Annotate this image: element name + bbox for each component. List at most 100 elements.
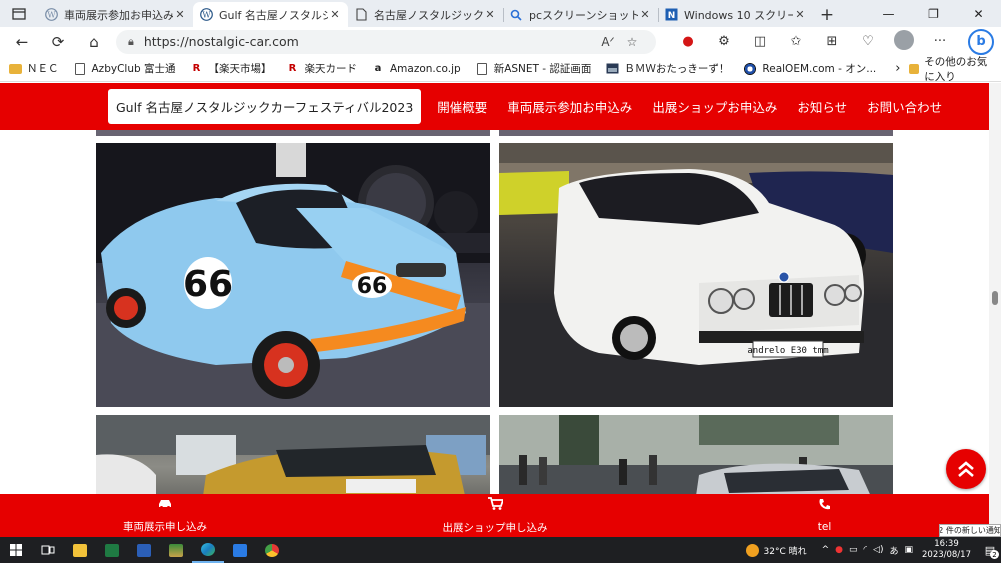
favorites-icon[interactable]: ✩ xyxy=(778,34,814,49)
tab-close-icon[interactable]: ✕ xyxy=(638,8,652,21)
chevron-right-icon[interactable]: › xyxy=(890,61,905,76)
bmw-icon xyxy=(743,62,757,76)
page-scrollbar[interactable] xyxy=(989,83,1001,537)
volume-icon[interactable]: ◁) xyxy=(873,545,883,555)
task-view-icon[interactable] xyxy=(32,537,64,563)
read-aloud-icon[interactable]: Aᐟ xyxy=(596,35,620,49)
app-folder-icon[interactable] xyxy=(160,537,192,563)
weather-text: 32°C 晴れ xyxy=(763,546,807,557)
tab-close-icon[interactable]: ✕ xyxy=(793,8,807,21)
favorites-bar: ＮＥＣ AzbyClub 富士通 R 【楽天市場】 R 楽天カード a Amazon.… xyxy=(0,54,1001,84)
favorite-star-icon[interactable]: ☆ xyxy=(620,35,644,49)
ime-indicator[interactable]: あ xyxy=(889,544,898,557)
clock-date: 2023/08/17 xyxy=(922,550,971,560)
minimize-icon[interactable]: — xyxy=(866,0,911,27)
document-icon xyxy=(475,62,489,76)
favorite-item[interactable]: AzbyClub 富士通 xyxy=(73,61,176,76)
browser-tab[interactable]: N Windows 10 スクリーンシ ✕ xyxy=(658,2,813,27)
nav-link-contact[interactable]: お問い合わせ xyxy=(867,97,942,116)
battery-icon[interactable]: ▭ xyxy=(849,545,858,555)
chrome-icon[interactable] xyxy=(256,537,288,563)
other-favorites[interactable]: その他のお気に入り xyxy=(909,54,995,84)
ime-mode-icon[interactable]: ▣ xyxy=(904,545,913,555)
nav-link-overview[interactable]: 開催概要 xyxy=(437,97,487,116)
new-tab-button[interactable]: + xyxy=(813,2,841,27)
close-window-icon[interactable]: ✕ xyxy=(956,0,1001,27)
profile-avatar-icon[interactable] xyxy=(886,29,922,54)
action-center-icon[interactable]: ▤ 2 xyxy=(979,539,1001,561)
gt40-illustration: 66 66 xyxy=(96,143,490,407)
network-icon[interactable]: ◜ xyxy=(864,545,868,555)
notification-toast[interactable]: 2 件の新しい通知 xyxy=(939,524,1001,537)
clock[interactable]: 16:39 2023/08/17 xyxy=(922,539,971,561)
tab-close-icon[interactable]: ✕ xyxy=(483,8,497,21)
footer-label: tel xyxy=(817,521,832,533)
split-screen-icon[interactable]: ◫ xyxy=(742,34,778,49)
tab-label: Gulf 名古屋ノスタルジックカ xyxy=(219,8,328,22)
notification-count: 2 xyxy=(990,550,999,559)
tab-strip: W 車両展示参加お申込み – ✕ W Gulf 名古屋ノスタルジックカ ✕ 名古… xyxy=(0,0,1001,27)
tab-actions-button[interactable] xyxy=(0,0,38,27)
n-logo-icon: N xyxy=(664,8,678,22)
collections-icon[interactable]: ⊞ xyxy=(814,34,850,49)
wordpress-icon: W xyxy=(44,8,58,22)
start-windows-icon[interactable] xyxy=(0,537,32,563)
favorite-label: AzbyClub 富士通 xyxy=(91,63,176,75)
tab-label: Windows 10 スクリーンシ xyxy=(684,8,793,22)
browser-tab[interactable]: W 車両展示参加お申込み – ✕ xyxy=(38,2,193,27)
nav-link-shop-entry[interactable]: 出展ショップお申込み xyxy=(652,97,777,116)
word-icon[interactable] xyxy=(128,537,160,563)
excel-icon[interactable] xyxy=(96,537,128,563)
lock-icon[interactable]: 🔒︎ xyxy=(128,35,134,49)
svg-text:N: N xyxy=(667,11,675,21)
nav-link-news[interactable]: お知らせ xyxy=(797,97,847,116)
maximize-icon[interactable]: ❐ xyxy=(911,0,956,27)
weather-widget[interactable]: 32°C 晴れ xyxy=(745,543,807,557)
site-brand-link[interactable]: Gulf 名古屋ノスタルジックカーフェスティバル2023 xyxy=(108,89,422,124)
favorite-item[interactable]: R 楽天カード xyxy=(285,61,357,76)
footer-vehicle-entry-button[interactable]: 車両展示申し込み xyxy=(0,494,330,537)
tab-label: pcスクリーンショットの撮り方 xyxy=(529,8,638,22)
back-icon[interactable]: ← xyxy=(4,27,40,56)
favorite-item[interactable]: 新ASNET - 認証画面 xyxy=(475,61,591,76)
browser-tab[interactable]: pcスクリーンショットの撮り方 ✕ xyxy=(503,2,658,27)
system-tray: 32°C 晴れ ^ ● ▭ ◜ ◁) あ ▣ 16:39 2023/08/17 … xyxy=(745,539,1001,561)
browser-essentials-icon[interactable]: ♡ xyxy=(850,34,886,49)
image-icon xyxy=(605,62,619,76)
back-to-top-button[interactable] xyxy=(946,449,986,489)
favorite-label: RealOEM.com - オン... xyxy=(762,63,877,75)
page-viewport: 66 66 andrelo E30 tmm Gulf 名古屋ノスタルジックカーフ… xyxy=(0,83,989,537)
chevron-up-icon[interactable]: ^ xyxy=(822,545,830,555)
home-icon[interactable]: ⌂ xyxy=(76,27,112,56)
address-bar[interactable]: 🔒︎ https://nostalgic-car.com Aᐟ ☆ xyxy=(116,29,656,54)
favorite-label: 楽天カード xyxy=(304,63,357,75)
edge-icon[interactable] xyxy=(192,537,224,563)
file-explorer-icon[interactable] xyxy=(64,537,96,563)
tray-app-icon[interactable]: ● xyxy=(835,545,843,555)
photo-bmw-e30[interactable]: andrelo E30 tmm xyxy=(499,143,893,407)
extension-red-icon[interactable]: ● xyxy=(670,34,706,49)
favorite-item[interactable]: RealOEM.com - オン... xyxy=(743,61,876,76)
extensions-puzzle-icon[interactable]: ⚙ xyxy=(706,34,742,49)
tab-close-icon[interactable]: ✕ xyxy=(173,8,187,21)
favorite-item[interactable]: ＮＥＣ xyxy=(8,61,59,76)
refresh-icon[interactable]: ⟳ xyxy=(40,27,76,56)
favorite-item[interactable]: a Amazon.co.jp xyxy=(371,62,461,76)
url-text[interactable]: https://nostalgic-car.com xyxy=(144,34,596,49)
scrollbar-thumb[interactable] xyxy=(992,291,998,305)
photo-gulf-gt40[interactable]: 66 66 xyxy=(96,143,490,407)
favorite-item[interactable]: ＢＭＷおたっきーず！ xyxy=(605,61,729,76)
browser-tab-active[interactable]: W Gulf 名古屋ノスタルジックカ ✕ xyxy=(193,2,348,27)
bing-copilot-icon[interactable]: b xyxy=(968,28,994,55)
browser-toolbar: ← ⟳ ⌂ 🔒︎ https://nostalgic-car.com Aᐟ ☆ … xyxy=(0,27,1001,56)
footer-shop-entry-button[interactable]: 出展ショップ申し込み xyxy=(330,494,660,537)
favorite-item[interactable]: R 【楽天市場】 xyxy=(189,61,272,76)
tab-close-icon[interactable]: ✕ xyxy=(328,8,342,21)
more-menu-icon[interactable]: ··· xyxy=(922,34,958,49)
store-icon[interactable] xyxy=(224,537,256,563)
cart-icon xyxy=(487,496,504,514)
bmw-e30-illustration: andrelo E30 tmm xyxy=(499,143,893,407)
nav-link-vehicle-entry[interactable]: 車両展示参加お申込み xyxy=(507,97,632,116)
browser-tab[interactable]: 名古屋ノスタルジックカーフ ✕ xyxy=(348,2,503,27)
footer-label: 出展ショップ申し込み xyxy=(442,521,548,534)
